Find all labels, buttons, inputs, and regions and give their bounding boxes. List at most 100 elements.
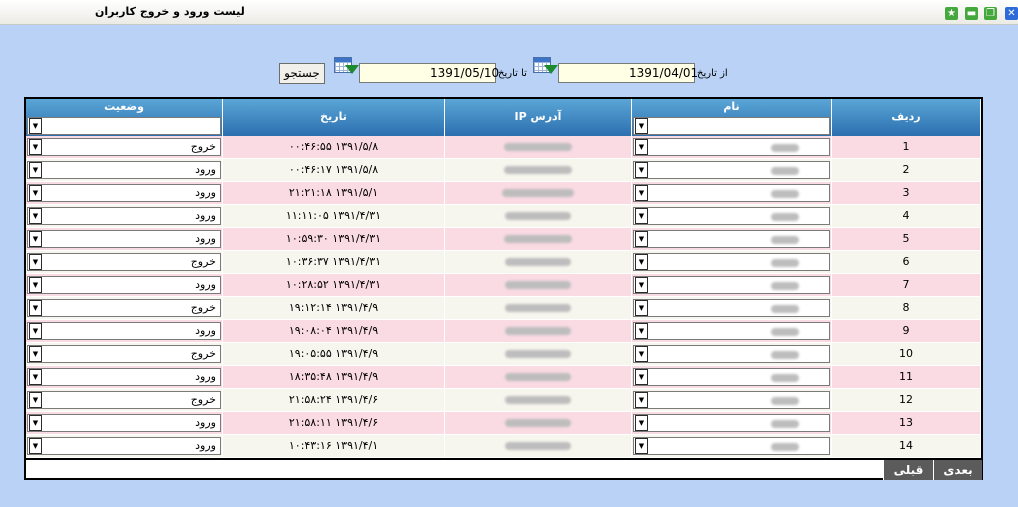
row-number: 14: [899, 439, 913, 452]
from-date-field[interactable]: 1391/04/01: [558, 63, 698, 83]
status-select[interactable]: ▼ خروج: [27, 299, 221, 317]
date-value: ۱۳۹۱/۴/۶ ۲۱:۵۸:۱۱: [288, 416, 379, 429]
table-row[interactable]: ▼ خروج ۱۳۹۱/۵/۸ ۰۰:۴۶:۵۵ ▼ 1: [26, 136, 981, 159]
ip-value-redacted: [445, 136, 631, 158]
name-select[interactable]: ▼: [633, 345, 830, 363]
row-number: 4: [902, 209, 910, 222]
date-value: ۱۳۹۱/۴/۹ ۱۹:۰۵:۵۵: [288, 347, 379, 360]
to-date-field[interactable]: 1391/05/10: [359, 63, 499, 83]
chevron-down-icon[interactable]: ▼: [29, 185, 42, 201]
name-select[interactable]: ▼: [633, 161, 830, 179]
table-row[interactable]: ▼ ورود ۱۳۹۱/۴/۶ ۲۱:۵۸:۱۱ ▼ 13: [26, 412, 981, 435]
chevron-down-icon[interactable]: ▼: [29, 369, 42, 385]
status-select[interactable]: ▼ خروج: [27, 253, 221, 271]
name-select[interactable]: ▼: [633, 322, 830, 340]
table-row[interactable]: ▼ ورود ۱۳۹۱/۴/۱ ۱۰:۴۳:۱۶ ▼ 14: [26, 435, 981, 458]
chevron-down-icon[interactable]: ▼: [29, 323, 42, 339]
name-select[interactable]: ▼: [633, 299, 830, 317]
chevron-down-icon[interactable]: ▼: [29, 162, 42, 178]
ip-value-redacted: [445, 182, 631, 204]
name-select[interactable]: ▼: [633, 368, 830, 386]
status-select[interactable]: ▼ ورود: [27, 368, 221, 386]
star-icon[interactable]: ★: [945, 7, 958, 20]
table-row[interactable]: ▼ خروج ۱۳۹۱/۴/۳۱ ۱۰:۳۶:۳۷ ▼ 6: [26, 251, 981, 274]
table-row[interactable]: ▼ ورود ۱۳۹۱/۴/۹ ۱۸:۳۵:۴۸ ▼ 11: [26, 366, 981, 389]
name-select[interactable]: ▼: [633, 437, 830, 455]
status-select[interactable]: ▼ ورود: [27, 161, 221, 179]
chevron-down-icon[interactable]: ▼: [635, 323, 648, 339]
name-select[interactable]: ▼: [633, 184, 830, 202]
chevron-down-icon[interactable]: ▼: [635, 438, 648, 454]
chevron-down-icon[interactable]: ▼: [635, 231, 648, 247]
ip-value-redacted: [445, 228, 631, 250]
next-page-button[interactable]: بعدی: [933, 460, 982, 480]
chevron-down-icon[interactable]: ▼: [29, 139, 42, 155]
status-select[interactable]: ▼ ورود: [27, 230, 221, 248]
chevron-down-icon[interactable]: ▼: [635, 185, 648, 201]
date-value: ۱۳۹۱/۴/۳۱ ۱۰:۵۹:۳۰: [285, 232, 382, 245]
table-row[interactable]: ▼ ورود ۱۳۹۱/۴/۳۱ ۱۰:۲۸:۵۲ ▼ 7: [26, 274, 981, 297]
name-select[interactable]: ▼: [633, 391, 830, 409]
chevron-down-icon[interactable]: ▼: [635, 139, 648, 155]
name-select[interactable]: ▼: [633, 253, 830, 271]
name-select[interactable]: ▼: [633, 230, 830, 248]
table-row[interactable]: ▼ خروج ۱۳۹۱/۴/۶ ۲۱:۵۸:۲۴ ▼ 12: [26, 389, 981, 412]
table-row[interactable]: ▼ ورود ۱۳۹۱/۵/۸ ۰۰:۴۶:۱۷ ▼ 2: [26, 159, 981, 182]
chevron-down-icon[interactable]: ▼: [29, 300, 42, 316]
ip-value-redacted: [445, 412, 631, 434]
status-select[interactable]: ▼ خروج: [27, 391, 221, 409]
chevron-down-icon[interactable]: ▼: [635, 118, 648, 134]
header-ip[interactable]: آدرس IP: [445, 99, 632, 136]
name-select[interactable]: ▼: [633, 207, 830, 225]
calendar-icon[interactable]: [530, 55, 558, 77]
chevron-down-icon[interactable]: ▼: [29, 277, 42, 293]
status-select[interactable]: ▼ ورود: [27, 437, 221, 455]
chevron-down-icon[interactable]: ▼: [635, 369, 648, 385]
date-value: ۱۳۹۱/۵/۸ ۰۰:۴۶:۵۵: [288, 140, 379, 153]
calendar-icon[interactable]: [331, 55, 359, 77]
chevron-down-icon[interactable]: ▼: [29, 415, 42, 431]
name-select[interactable]: ▼: [633, 414, 830, 432]
status-select[interactable]: ▼ ورود: [27, 184, 221, 202]
chevron-down-icon[interactable]: ▼: [635, 415, 648, 431]
chevron-down-icon[interactable]: ▼: [29, 254, 42, 270]
ip-value-redacted: [445, 343, 631, 365]
search-button[interactable]: جستجو: [279, 63, 325, 84]
chevron-down-icon[interactable]: ▼: [29, 438, 42, 454]
chevron-down-icon[interactable]: ▼: [29, 118, 42, 134]
chevron-down-icon[interactable]: ▼: [29, 392, 42, 408]
chevron-down-icon[interactable]: ▼: [635, 300, 648, 316]
table-row[interactable]: ▼ ورود ۱۳۹۱/۵/۱ ۲۱:۲۱:۱۸ ▼ 3: [26, 182, 981, 205]
table-row[interactable]: ▼ خروج ۱۳۹۱/۴/۹ ۱۹:۰۵:۵۵ ▼ 10: [26, 343, 981, 366]
chevron-down-icon[interactable]: ▼: [635, 208, 648, 224]
minimize-icon[interactable]: ▬: [965, 7, 978, 20]
table-row[interactable]: ▼ ورود ۱۳۹۱/۴/۹ ۱۹:۰۸:۰۴ ▼ 9: [26, 320, 981, 343]
header-row-number[interactable]: ردیف: [832, 99, 981, 136]
chevron-down-icon[interactable]: ▼: [635, 392, 648, 408]
table-row[interactable]: ▼ خروج ۱۳۹۱/۴/۹ ۱۹:۱۲:۱۴ ▼ 8: [26, 297, 981, 320]
status-select[interactable]: ▼ ورود: [27, 322, 221, 340]
header-status-label: وضعیت: [104, 100, 144, 113]
maximize-icon[interactable]: ❐: [984, 7, 997, 20]
chevron-down-icon[interactable]: ▼: [635, 254, 648, 270]
previous-page-button[interactable]: قبلی: [883, 460, 933, 480]
chevron-down-icon[interactable]: ▼: [29, 208, 42, 224]
close-icon[interactable]: ✕: [1005, 7, 1018, 20]
status-select[interactable]: ▼ ورود: [27, 414, 221, 432]
name-select[interactable]: ▼: [633, 138, 830, 156]
status-select[interactable]: ▼ خروج: [27, 138, 221, 156]
chevron-down-icon[interactable]: ▼: [635, 277, 648, 293]
chevron-down-icon[interactable]: ▼: [29, 346, 42, 362]
header-date[interactable]: تاریخ: [223, 99, 445, 136]
table-row[interactable]: ▼ ورود ۱۳۹۱/۴/۳۱ ۱۱:۱۱:۰۵ ▼ 4: [26, 205, 981, 228]
status-select[interactable]: ▼ ورود: [27, 276, 221, 294]
chevron-down-icon[interactable]: ▼: [635, 346, 648, 362]
name-select[interactable]: ▼: [633, 276, 830, 294]
chevron-down-icon[interactable]: ▼: [29, 231, 42, 247]
table-row[interactable]: ▼ ورود ۱۳۹۱/۴/۳۱ ۱۰:۵۹:۳۰ ▼ 5: [26, 228, 981, 251]
status-select[interactable]: ▼ ورود: [27, 207, 221, 225]
status-filter-field[interactable]: ▼: [27, 117, 221, 135]
chevron-down-icon[interactable]: ▼: [635, 162, 648, 178]
status-select[interactable]: ▼ خروج: [27, 345, 221, 363]
name-filter-field[interactable]: ▼: [633, 117, 830, 135]
